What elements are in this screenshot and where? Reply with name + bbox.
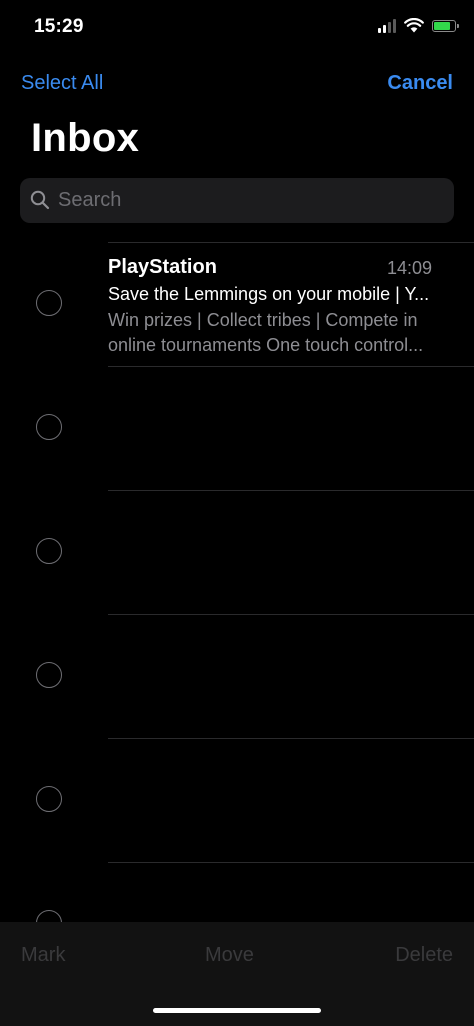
row-divider (108, 490, 474, 491)
search-bar[interactable] (20, 178, 454, 223)
row-divider (108, 738, 474, 739)
status-bar: 15:29 (0, 0, 474, 58)
message-time: 14:09 (386, 258, 432, 278)
battery-charging-icon (432, 19, 459, 32)
message-list: PlayStation 14:09 Save the Lemmings on y… (0, 242, 474, 986)
delete-button[interactable]: Delete (395, 944, 453, 967)
signal-icon (378, 18, 396, 33)
message-sender: PlayStation (108, 256, 217, 278)
search-icon (30, 190, 50, 210)
page-title: Inbox (31, 116, 140, 160)
empty-row[interactable] (0, 366, 474, 490)
search-input[interactable] (58, 178, 438, 223)
mark-button[interactable]: Mark (21, 944, 65, 967)
message-row[interactable]: PlayStation 14:09 Save the Lemmings on y… (0, 242, 474, 366)
status-icons (378, 18, 459, 33)
empty-row[interactable] (0, 738, 474, 862)
row-divider (108, 366, 474, 367)
message-subject: Save the Lemmings on your mobile | Y... (108, 284, 430, 304)
select-checkbox[interactable] (36, 538, 62, 564)
row-divider (108, 242, 474, 243)
move-button[interactable]: Move (205, 944, 254, 967)
home-indicator[interactable] (153, 1008, 321, 1013)
select-checkbox[interactable] (36, 786, 62, 812)
select-checkbox[interactable] (36, 414, 62, 440)
select-checkbox[interactable] (36, 662, 62, 688)
message-preview: Win prizes | Collect tribes | Compete in… (108, 310, 424, 355)
row-divider (108, 862, 474, 863)
select-all-button[interactable]: Select All (21, 72, 103, 95)
cancel-button[interactable]: Cancel (387, 72, 453, 95)
empty-row[interactable] (0, 490, 474, 614)
select-checkbox[interactable] (36, 290, 62, 316)
status-time: 15:29 (34, 16, 84, 37)
row-divider (108, 614, 474, 615)
wifi-icon (404, 18, 424, 33)
empty-row[interactable] (0, 614, 474, 738)
